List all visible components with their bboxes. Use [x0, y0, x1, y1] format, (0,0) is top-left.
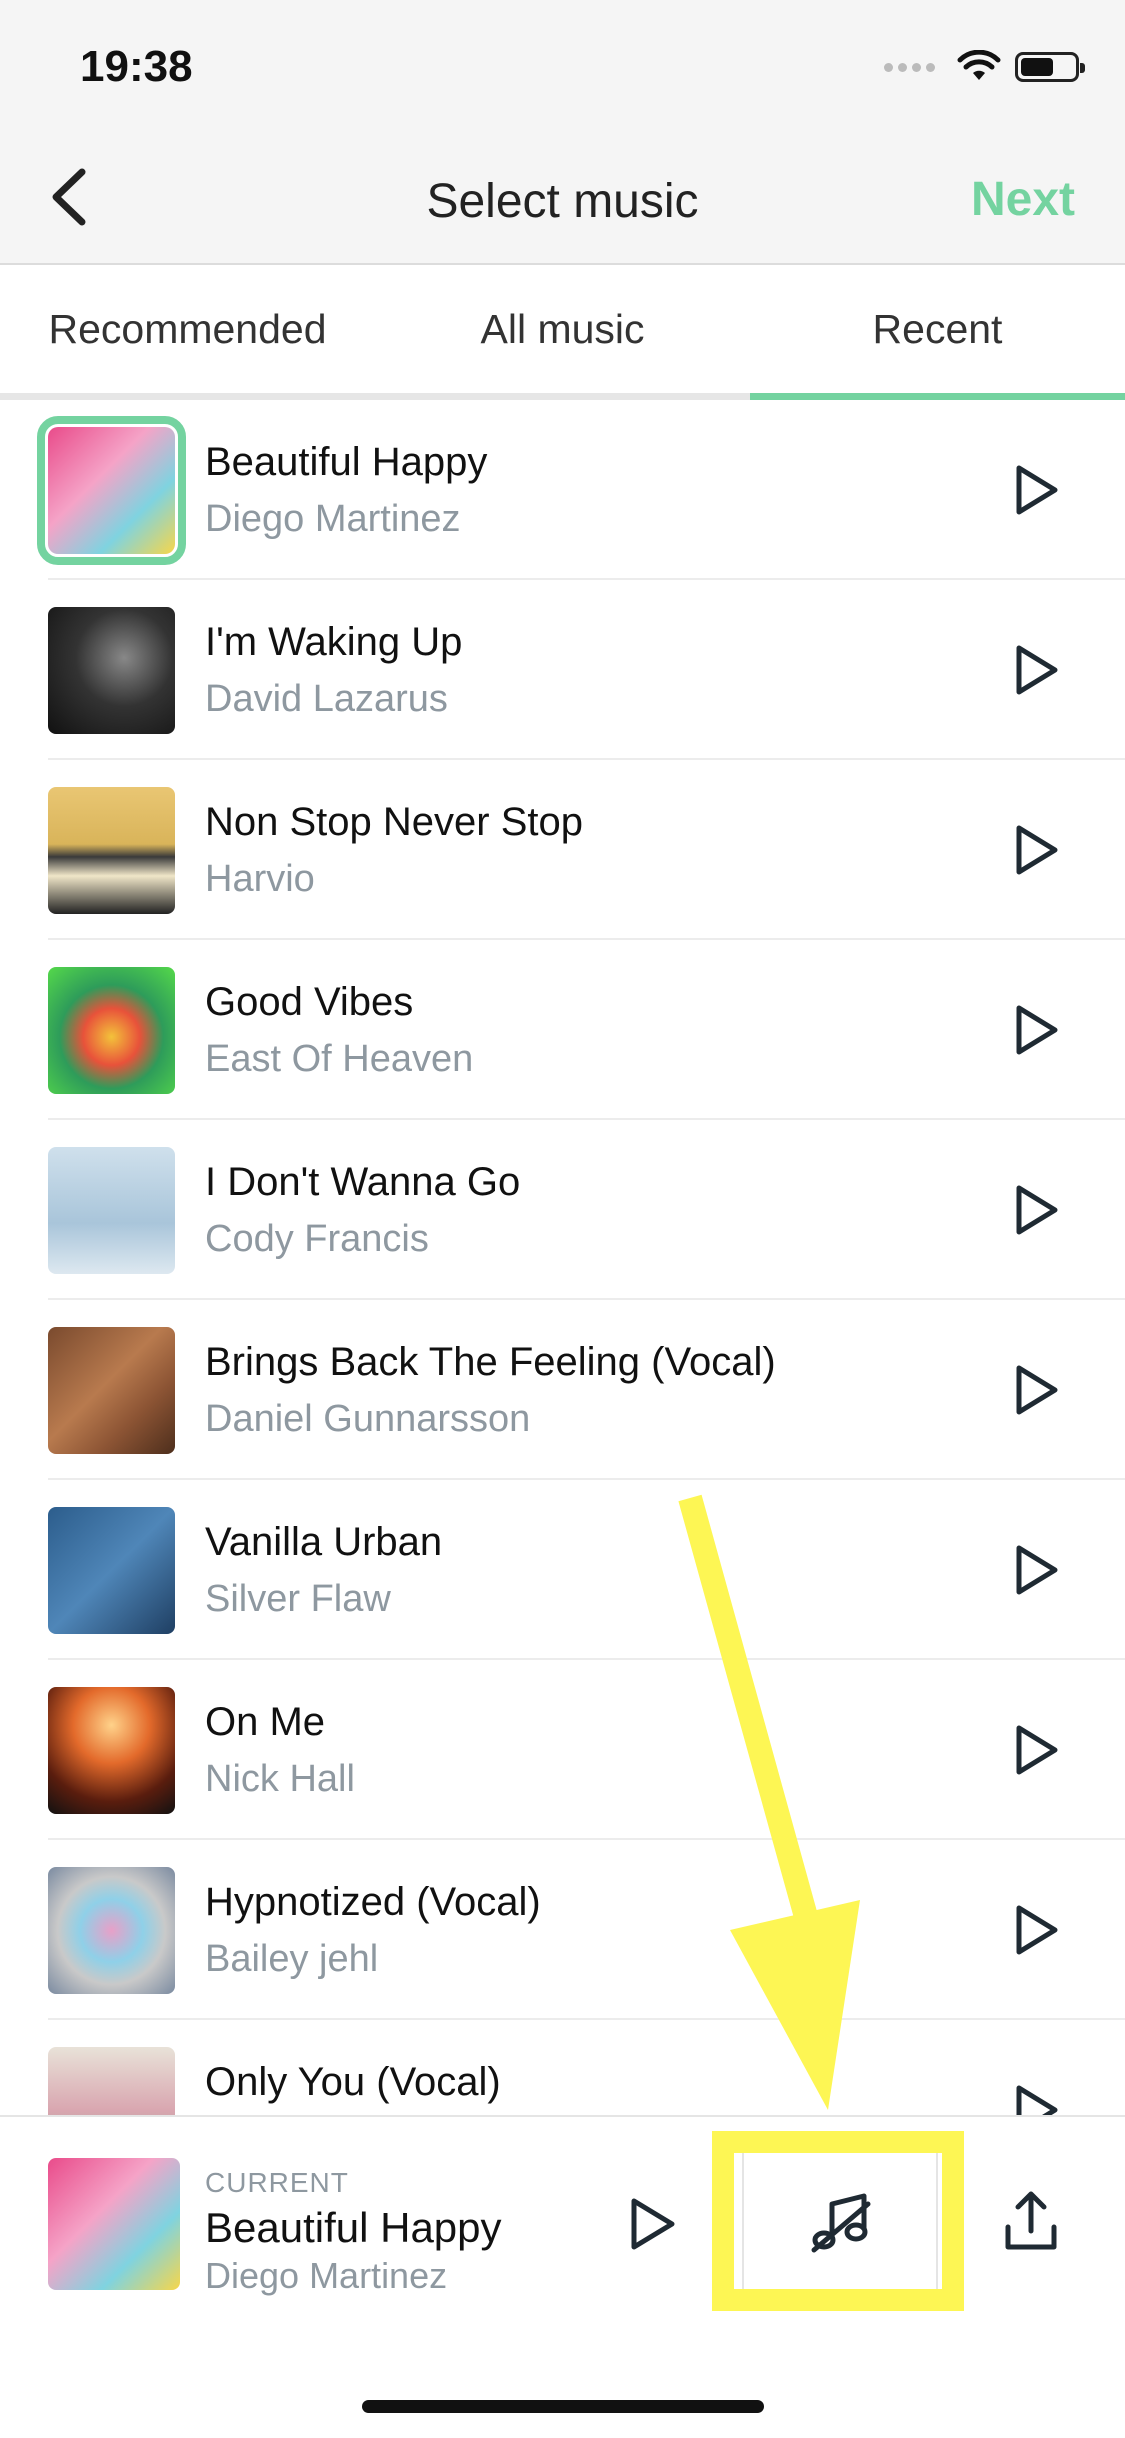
song-row[interactable]: Hypnotized (Vocal) Bailey jehl: [0, 1840, 1125, 2020]
current-artist: Diego Martinez: [205, 2255, 448, 2296]
song-title: Beautiful Happy: [205, 440, 488, 484]
song-artist: Daniel Gunnarsson: [205, 1398, 531, 1440]
play-icon[interactable]: [1005, 1180, 1065, 1240]
play-icon[interactable]: [1005, 640, 1065, 700]
album-art: [48, 607, 175, 734]
song-title: Non Stop Never Stop: [205, 800, 583, 844]
song-artist: Silver Flaw: [205, 1578, 391, 1620]
tab-all-music[interactable]: All music: [375, 265, 750, 393]
song-row[interactable]: Brings Back The Feeling (Vocal) Daniel G…: [0, 1300, 1125, 1480]
song-artist: East Of Heaven: [205, 1038, 474, 1080]
current-play-icon[interactable]: [618, 2192, 682, 2256]
cellular-signal-icon: [884, 62, 935, 72]
wifi-icon: [957, 50, 1001, 80]
album-art: [48, 967, 175, 1094]
song-artist: David Lazarus: [205, 678, 448, 720]
song-title: Vanilla Urban: [205, 1520, 443, 1564]
next-button[interactable]: Next: [971, 172, 1075, 227]
song-title: On Me: [205, 1700, 326, 1744]
play-icon[interactable]: [1005, 1900, 1065, 1960]
page-title: Select music: [426, 175, 699, 228]
active-tab-indicator: [750, 393, 1125, 400]
song-list[interactable]: Beautiful Happy Diego Martinez I'm Wakin…: [0, 400, 1125, 2115]
album-art: [48, 2047, 175, 2115]
song-row[interactable]: Vanilla Urban Silver Flaw: [0, 1480, 1125, 1660]
play-icon[interactable]: [1005, 820, 1065, 880]
play-icon[interactable]: [1005, 2080, 1065, 2115]
top-bar: 19:38 Select music Next: [0, 0, 1125, 265]
song-row[interactable]: I'm Waking Up David Lazarus: [0, 580, 1125, 760]
song-row[interactable]: I Don't Wanna Go Cody Francis: [0, 1120, 1125, 1300]
tab-recent[interactable]: Recent: [750, 265, 1125, 393]
current-label: CURRENT: [205, 2167, 349, 2198]
song-artist: Diego Martinez: [205, 498, 461, 540]
song-title: I'm Waking Up: [205, 620, 463, 664]
tab-bar: Recommended All music Recent: [0, 265, 1125, 393]
album-art: [37, 416, 186, 565]
battery-icon: [1015, 52, 1085, 82]
album-art: [48, 1507, 175, 1634]
album-art: [48, 1147, 175, 1274]
song-artist: Cody Francis: [205, 1218, 429, 1260]
song-artist: Nick Hall: [205, 1758, 355, 1800]
song-title: I Don't Wanna Go: [205, 1160, 521, 1204]
navigation-bar: Select music Next: [0, 140, 1125, 265]
song-title: Brings Back The Feeling (Vocal): [205, 1340, 776, 1384]
song-row[interactable]: Only You (Vocal): [0, 2020, 1125, 2115]
play-icon[interactable]: [1005, 460, 1065, 520]
tab-recommended[interactable]: Recommended: [0, 265, 375, 393]
annotation-highlight-box: [712, 2131, 964, 2311]
song-row[interactable]: Beautiful Happy Diego Martinez: [0, 400, 1125, 580]
song-artist: Bailey jehl: [205, 1938, 379, 1980]
current-title: Beautiful Happy: [205, 2204, 502, 2251]
song-title: Only You (Vocal): [205, 2060, 501, 2104]
share-icon[interactable]: [996, 2187, 1066, 2257]
song-title: Good Vibes: [205, 980, 414, 1024]
status-time: 19:38: [80, 42, 193, 91]
album-art: [48, 787, 175, 914]
song-row[interactable]: Non Stop Never Stop Harvio: [0, 760, 1125, 940]
play-icon[interactable]: [1005, 1540, 1065, 1600]
album-art: [48, 1327, 175, 1454]
album-art: [48, 1867, 175, 1994]
album-art: [48, 1687, 175, 1814]
song-row[interactable]: Good Vibes East Of Heaven: [0, 940, 1125, 1120]
status-icons: [884, 50, 1085, 84]
song-title: Hypnotized (Vocal): [205, 1880, 541, 1924]
play-icon[interactable]: [1005, 1360, 1065, 1420]
home-indicator: [362, 2400, 764, 2413]
now-playing-bar: CURRENT Beautiful Happy Diego Martinez: [0, 2115, 1125, 2438]
current-album-art: [48, 2158, 180, 2290]
song-row[interactable]: On Me Nick Hall: [0, 1660, 1125, 1840]
play-icon[interactable]: [1005, 1720, 1065, 1780]
play-icon[interactable]: [1005, 1000, 1065, 1060]
song-artist: Harvio: [205, 858, 315, 900]
